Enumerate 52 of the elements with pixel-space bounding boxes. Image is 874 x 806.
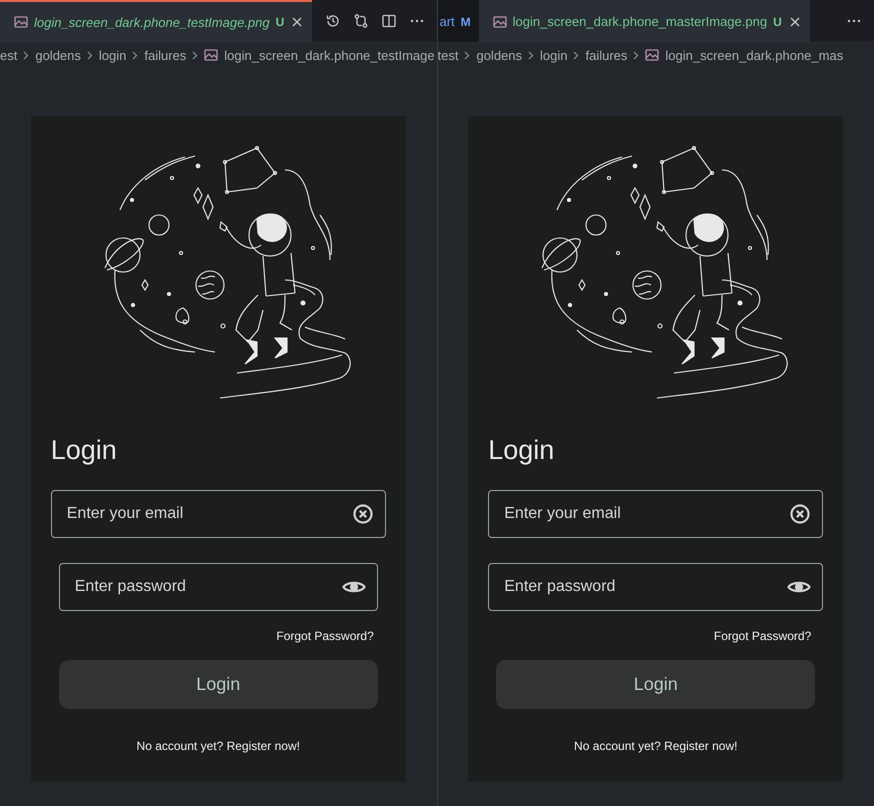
breadcrumb-item[interactable]: est (0, 48, 18, 62)
breadcrumb-item[interactable]: failures (144, 48, 186, 62)
chevron-icon (23, 50, 30, 60)
history-icon[interactable] (324, 13, 340, 29)
clear-icon[interactable] (789, 503, 812, 525)
close-icon[interactable] (788, 14, 802, 28)
split-editor-icon[interactable] (380, 13, 396, 29)
chevron-icon (464, 50, 470, 60)
editor-tab[interactable]: login_screen_dark.phone_testImage.png U (0, 0, 312, 42)
image-file-icon (492, 16, 507, 28)
password-field[interactable]: Enter password (488, 563, 824, 611)
breadcrumb-item[interactable]: goldens (35, 48, 81, 62)
git-status: U (773, 14, 782, 28)
compare-changes-icon[interactable] (352, 13, 368, 29)
breadcrumb-item[interactable]: login (540, 48, 568, 62)
tab-label: login_screen_dark.phone_masterImage.png (512, 14, 768, 29)
image-file-icon (204, 49, 218, 61)
eye-icon[interactable] (787, 579, 812, 595)
screen-title: Login (50, 437, 118, 464)
git-status: M (460, 14, 471, 28)
git-status: U (276, 15, 284, 29)
chevron-icon (573, 50, 580, 60)
breadcrumb-item[interactable]: login_screen_dark.phone_mas (665, 48, 844, 62)
eye-icon[interactable] (342, 579, 366, 595)
breadcrumb-item[interactable]: goldens (476, 48, 522, 62)
register-link[interactable]: No account yet? Register now! (136, 739, 300, 753)
breadcrumb-item[interactable]: test (438, 48, 458, 62)
login-button[interactable]: Login (58, 660, 378, 709)
close-icon[interactable] (290, 15, 304, 29)
image-file-icon (14, 16, 28, 28)
forgot-password-link[interactable]: Forgot Password? (714, 629, 812, 643)
login-button[interactable]: Login (496, 660, 816, 709)
chevron-icon (86, 50, 93, 60)
editor-tab[interactable]: art M (438, 0, 479, 42)
tab-label: art (440, 14, 455, 29)
email-field[interactable]: Enter your email (488, 490, 824, 538)
forgot-password-link[interactable]: Forgot Password? (276, 629, 374, 643)
chevron-icon (633, 50, 640, 60)
screen-title: Login (488, 437, 556, 464)
email-field[interactable]: Enter your email (50, 490, 386, 538)
image-file-icon (645, 49, 660, 61)
chevron-icon (528, 50, 534, 60)
breadcrumb-item[interactable]: failures (585, 48, 628, 62)
chevron-icon (132, 50, 138, 60)
breadcrumb-item[interactable]: login (98, 48, 126, 62)
tab-label: login_screen_dark.phone_testImage.png (34, 14, 270, 30)
breadcrumb-item[interactable]: login_screen_dark.phone_testImage (224, 48, 435, 62)
password-field[interactable]: Enter password (58, 563, 378, 611)
clear-icon[interactable] (352, 503, 374, 525)
chevron-icon (192, 50, 198, 60)
editor-tab[interactable]: login_screen_dark.phone_masterImage.png U (478, 0, 810, 42)
register-link[interactable]: No account yet? Register now! (574, 739, 738, 753)
